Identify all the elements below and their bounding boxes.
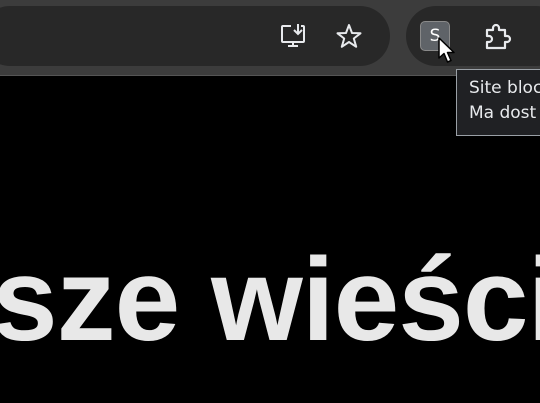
tooltip-line-1: Site bloc [469,78,540,98]
page-headline: sze wieści [0,234,540,366]
extension-tooltip: Site bloc Ma dost [456,69,540,136]
puzzle-icon[interactable] [480,20,514,54]
mouse-cursor-icon [437,37,457,65]
bookmark-star-icon[interactable] [332,19,366,53]
browser-toolbar: S [0,0,540,76]
tooltip-line-2: Ma dost [469,103,537,123]
install-app-icon[interactable] [276,19,310,53]
